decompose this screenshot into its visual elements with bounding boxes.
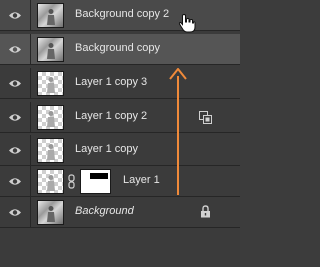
mask-shape (90, 173, 108, 179)
eye-icon (9, 114, 21, 121)
visibility-toggle[interactable] (0, 197, 31, 228)
eye-icon (9, 80, 21, 87)
layer-mask-thumbnail[interactable] (80, 169, 111, 194)
figure-icon (47, 175, 55, 191)
layer-thumbnail (37, 169, 64, 194)
link-chain-icon[interactable] (68, 174, 75, 189)
layer-row-background-copy-2[interactable]: Background copy 2 (0, 0, 240, 33)
layer-thumbnail (37, 105, 64, 130)
eye-icon (9, 147, 21, 154)
layer-name: Background copy 2 (75, 8, 170, 20)
figure-icon (47, 111, 55, 127)
lock-icon[interactable] (200, 205, 211, 218)
visibility-toggle[interactable] (0, 34, 31, 65)
figure-icon (47, 9, 55, 25)
visibility-toggle[interactable] (0, 135, 31, 166)
hand-cursor-icon (178, 13, 196, 33)
layer-thumbnail (37, 71, 64, 96)
layer-row-layer-1-copy[interactable]: Layer 1 copy (0, 135, 240, 166)
eye-icon (9, 46, 21, 53)
layer-name: Layer 1 (123, 174, 160, 186)
eye-icon (9, 12, 21, 19)
panel-empty-area (0, 228, 240, 267)
visibility-toggle[interactable] (0, 102, 31, 133)
visibility-toggle[interactable] (0, 166, 31, 197)
layer-name: Layer 1 copy 3 (75, 76, 148, 88)
layer-row-layer-1-copy-2[interactable]: Layer 1 copy 2 (0, 102, 240, 133)
figure-icon (47, 206, 55, 222)
visibility-toggle[interactable] (0, 0, 31, 31)
drag-arrow-icon (169, 68, 187, 195)
figure-icon (47, 144, 55, 160)
layer-thumbnail (37, 200, 64, 225)
figure-icon (47, 43, 55, 59)
layers-panel: Background copy 2 Background copy Layer … (0, 0, 240, 267)
layer-name: Layer 1 copy (75, 143, 138, 155)
layer-row-background[interactable]: Background (0, 197, 240, 228)
layer-row-background-copy[interactable]: Background copy (0, 34, 240, 65)
layer-thumbnail (37, 138, 64, 163)
smart-object-icon (199, 111, 212, 124)
layer-thumbnail (37, 3, 64, 28)
figure-icon (47, 77, 55, 93)
eye-icon (9, 209, 21, 216)
layer-name: Background copy (75, 42, 160, 54)
visibility-toggle[interactable] (0, 68, 31, 99)
layer-name: Background (75, 205, 134, 217)
eye-icon (9, 178, 21, 185)
layer-row-layer-1-copy-3[interactable]: Layer 1 copy 3 (0, 68, 240, 99)
layer-row-layer-1[interactable]: Layer 1 (0, 166, 240, 197)
layer-thumbnail (37, 37, 64, 62)
layer-name: Layer 1 copy 2 (75, 110, 148, 122)
